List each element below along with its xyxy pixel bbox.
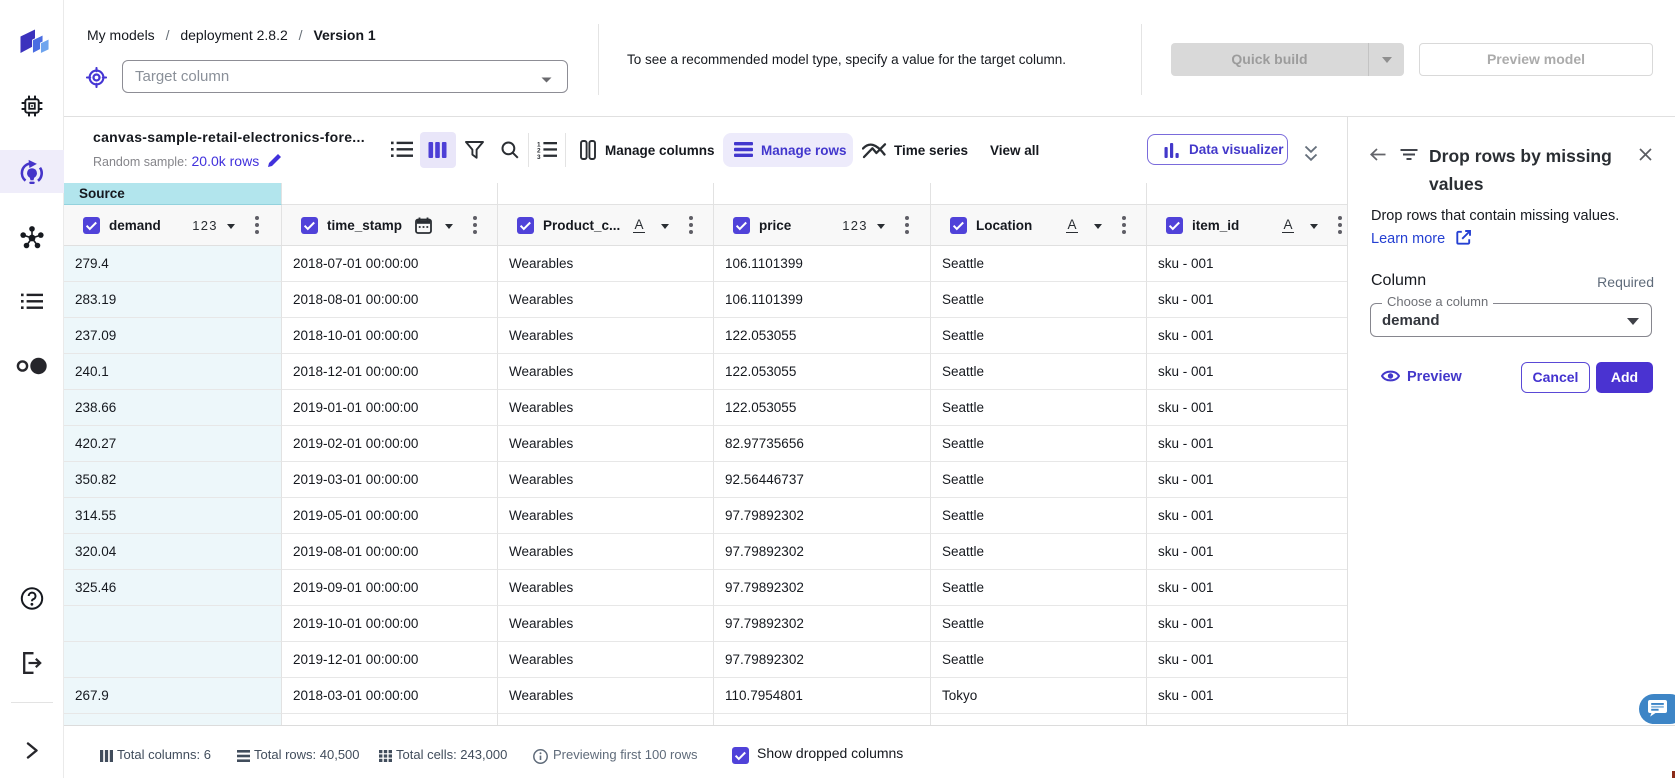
svg-text:3: 3 [537,154,541,159]
